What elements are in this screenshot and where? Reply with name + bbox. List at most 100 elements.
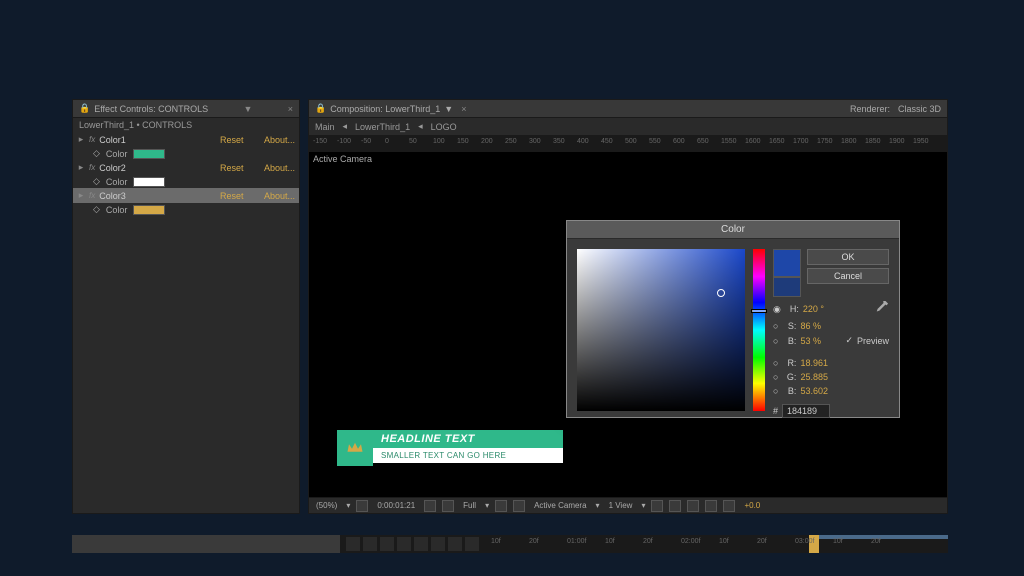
timeline-tick: 20f [643,538,653,545]
mask-icon[interactable] [513,500,525,512]
about-link[interactable]: About... [264,191,295,201]
hue-slider-handle[interactable] [751,309,767,313]
color-field[interactable] [577,249,745,411]
fast-preview-icon[interactable] [669,500,681,512]
check-icon: ✓ [845,335,853,346]
twirl-icon[interactable]: ▸ [77,190,85,201]
tool-icon[interactable] [397,537,411,551]
breadcrumb-item[interactable]: LOGO [431,122,457,132]
resolution-dropdown[interactable]: Full [460,501,479,510]
blue-value[interactable]: 53.602 [800,386,828,396]
color-picker-dialog: Color OK Cancel ◉ H: 220 ° [566,220,900,418]
tool-icon[interactable] [414,537,428,551]
tool-icon[interactable] [465,537,479,551]
lower-third-graphic[interactable]: HEADLINE TEXT SMALLER TEXT CAN GO HERE [337,430,563,466]
twirl-icon[interactable]: ▸ [77,134,85,145]
cancel-button[interactable]: Cancel [807,268,889,284]
close-icon[interactable]: × [461,104,466,114]
effect-property-row[interactable]: ◇ Color [73,147,299,160]
hue-value[interactable]: 220 ° [803,304,824,314]
color-field-picker[interactable] [717,289,725,297]
brightness-value[interactable]: 53 % [800,336,821,346]
region-icon[interactable] [442,500,454,512]
hex-label: # [773,406,778,416]
color-swatch[interactable] [133,177,165,187]
effect-row[interactable]: ▸ fx Color1 Reset About... [73,132,299,147]
eyedropper-icon[interactable] [875,301,889,315]
color-swatch[interactable] [133,149,165,159]
exposure-value[interactable]: +0.0 [741,501,763,510]
close-icon[interactable]: × [288,104,293,114]
tool-icon[interactable] [346,537,360,551]
comp-flowchart-icon[interactable] [705,500,717,512]
ruler-tick: 100 [433,138,445,145]
headline-text: HEADLINE TEXT [373,430,563,448]
about-link[interactable]: About... [264,163,295,173]
color-swatch[interactable] [133,205,165,215]
camera-dropdown[interactable]: Active Camera [531,501,589,510]
reset-exposure-icon[interactable] [723,500,735,512]
timecode[interactable]: 0:00:01:21 [374,501,418,510]
effect-name: Color3 [99,191,216,201]
reset-link[interactable]: Reset [220,163,260,173]
red-value[interactable]: 18.961 [800,358,828,368]
stopwatch-icon[interactable]: ◇ [93,148,100,159]
old-color-swatch[interactable] [773,277,801,297]
composition-tab[interactable]: 🔒 Composition: LowerThird_1 ▼ × Renderer… [309,100,947,118]
snapshot-icon[interactable] [424,500,436,512]
green-value[interactable]: 25.885 [800,372,828,382]
fx-icon[interactable]: fx [89,163,95,172]
reset-link[interactable]: Reset [220,135,260,145]
panel-title: Composition: LowerThird_1 [330,104,440,114]
tab-menu-icon[interactable]: ▼ [243,104,252,114]
effect-controls-tab[interactable]: 🔒 Effect Controls: CONTROLS ▼ × [73,100,299,118]
ok-button[interactable]: OK [807,249,889,265]
tool-icon[interactable] [448,537,462,551]
timeline-icon[interactable] [687,500,699,512]
fx-icon[interactable]: fx [89,191,95,200]
green-label: G: [782,372,796,382]
resolution-icon[interactable] [356,500,368,512]
about-link[interactable]: About... [264,135,295,145]
breadcrumb-item[interactable]: LowerThird_1 [355,122,410,132]
effect-property-row[interactable]: ◇ Color [73,203,299,216]
pixel-aspect-icon[interactable] [651,500,663,512]
dialog-title: Color [567,221,899,239]
effect-row[interactable]: ▸ fx Color2 Reset About... [73,160,299,175]
hue-slider[interactable] [753,249,765,411]
effect-row[interactable]: ▸ fx Color3 Reset About... [73,188,299,203]
twirl-icon[interactable]: ▸ [77,162,85,173]
composition-ruler[interactable]: -150-100-5005010015020025030035040045050… [309,136,947,152]
ruler-tick: 1850 [865,138,881,145]
hex-input[interactable] [782,404,830,418]
ruler-tick: 1950 [913,138,929,145]
renderer-value[interactable]: Classic 3D [898,104,941,114]
fx-icon[interactable]: fx [89,135,95,144]
effect-property-row[interactable]: ◇ Color [73,175,299,188]
tool-icon[interactable] [380,537,394,551]
preview-label[interactable]: Preview [857,336,889,346]
lower-third-icon-box [337,430,373,466]
transparency-grid-icon[interactable] [495,500,507,512]
stopwatch-icon[interactable]: ◇ [93,176,100,187]
timeline-tools [340,535,485,553]
ruler-tick: 0 [385,138,389,145]
lock-icon: 🔒 [315,103,326,114]
new-color-swatch [773,249,801,277]
tool-icon[interactable] [431,537,445,551]
tool-icon[interactable] [363,537,377,551]
timeline-left-gutter [72,535,340,553]
saturation-value[interactable]: 86 % [800,321,821,331]
ruler-tick: 450 [601,138,613,145]
panel-title: Effect Controls: CONTROLS [94,104,208,114]
ruler-tick: 300 [529,138,541,145]
view-dropdown[interactable]: 1 View [606,501,636,510]
tab-menu-icon[interactable]: ▼ [444,104,453,114]
stopwatch-icon[interactable]: ◇ [93,204,100,215]
zoom-dropdown[interactable]: (50%) [313,501,340,510]
timeline-panel: 10f20f01:00f10f20f02:00f10f20f03:00f10f2… [72,535,948,553]
breadcrumb-item[interactable]: Main [315,122,335,132]
timeline-ruler[interactable]: 10f20f01:00f10f20f02:00f10f20f03:00f10f2… [485,535,948,553]
ruler-tick: 1750 [817,138,833,145]
reset-link[interactable]: Reset [220,191,260,201]
